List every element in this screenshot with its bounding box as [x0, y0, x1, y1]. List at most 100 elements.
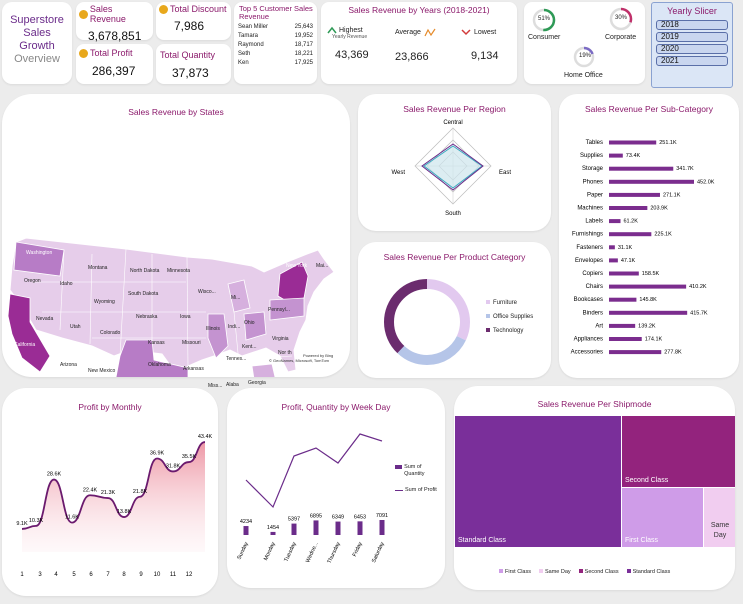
monthly-data-label: 13.8K	[117, 509, 132, 515]
coin-icon	[79, 48, 88, 58]
weekday-x-tick: Thursday	[327, 541, 342, 565]
map-label-state: South Dakota	[128, 291, 159, 297]
kpi-total-quantity: Total Quantity 37,873	[156, 44, 231, 84]
weekday-profit-line	[245, 433, 383, 509]
monthly-data-label: 22.4K	[83, 487, 98, 493]
map-label-state: Illinois	[206, 326, 220, 332]
map-label-state: Pennsyl...	[268, 307, 290, 313]
weekday-x-tick: Saturday	[371, 541, 386, 564]
region-series-1	[423, 145, 483, 189]
map-label-state: Arkansas	[183, 366, 204, 372]
subcat-value-label: 271.1K	[663, 192, 681, 198]
weekday-quantity-bar	[243, 526, 249, 535]
subcat-value-label: 251.1K	[659, 140, 677, 146]
monthly-data-label: 28.6K	[47, 472, 62, 478]
top-customer-row: Sean Miller 25,643	[238, 23, 313, 32]
title-subtitle: Overview	[14, 53, 60, 65]
map-label-state: North Dakota	[130, 268, 160, 274]
average-value: 23,866	[395, 51, 429, 63]
subcat-bar	[609, 166, 674, 171]
subcat-value-label: 174.1K	[645, 337, 663, 343]
subcat-label: Copiers	[582, 271, 603, 277]
kpi-total-discount-value: 7,986	[174, 19, 205, 33]
subcat-value-label: 277.8K	[664, 350, 682, 356]
legend-office-label: Office Supplies	[493, 314, 534, 320]
slicer-item-2018[interactable]: 2018	[656, 20, 728, 30]
us-map	[7, 237, 335, 377]
slicer-item-2020[interactable]: 2020	[656, 44, 728, 54]
subcat-bar	[609, 192, 660, 197]
tile-same-day-label: Same Day	[710, 522, 730, 539]
subcat-bar	[609, 153, 623, 158]
subcat-label: Supplies	[580, 153, 603, 159]
weekday-quantity-bar	[270, 531, 276, 535]
legend-profit: Sum of Profit	[395, 487, 439, 494]
consumer-pct: 51%	[538, 16, 551, 22]
subcat-label: Fasteners	[576, 245, 603, 251]
weekday-x-tick: Friday	[352, 541, 364, 558]
monthly-x-tick: 9	[139, 572, 143, 578]
tile-standard-label: Standard Class	[458, 537, 506, 544]
monthly-card: Profit by Monthly 9.1K 10.3K 28.6K 11.6K 22.…	[2, 388, 218, 596]
corporate-pct: 30%	[615, 15, 628, 21]
title-line2: Sales	[23, 27, 51, 39]
map-label-state: Washington	[26, 250, 53, 256]
map-label-state: Oregon	[24, 278, 41, 284]
monthly-x-tick: 7	[106, 572, 110, 578]
title-line3: Growth	[19, 40, 55, 52]
kpi-total-quantity-value: 37,873	[172, 66, 209, 80]
slicer-item-2021[interactable]: 2021	[656, 56, 728, 66]
map-label-state: Iowa	[180, 314, 191, 320]
top-customer-row: Ken 17,925	[238, 59, 313, 68]
subcat-bar	[609, 310, 688, 315]
map-label-state: Kansas	[148, 340, 165, 346]
legend-quantity: Sum of Quantity	[395, 464, 439, 478]
legend-standard-class-label: Standard Class	[632, 569, 671, 575]
map-label-state: Nevada	[36, 316, 54, 322]
top-customer-value: 17,925	[294, 60, 313, 66]
up-arrow-icon	[327, 26, 337, 34]
top-customers-title: Top 5 Customer Sales Revenue	[239, 4, 313, 21]
highest-value: 43,369	[335, 49, 369, 61]
map-label-state: Mai...	[316, 263, 329, 269]
map-label-state: Idaho	[60, 281, 73, 287]
subcat-bar	[609, 206, 648, 210]
legend-technology: Technology	[486, 324, 533, 338]
trend-icon	[424, 28, 436, 37]
map-label-state: Georgia	[248, 380, 266, 386]
subcat-bar	[609, 337, 642, 341]
subcat-label: Tables	[586, 140, 603, 146]
subcat-bar	[609, 232, 652, 237]
subcat-bar	[609, 140, 657, 145]
weekday-card: Profit, Quantity by Week Day 4234 1454 539…	[227, 388, 445, 588]
legend-same-day: Same Day	[538, 569, 571, 575]
monthly-x-tick: 12	[186, 572, 193, 578]
map-label-state: California	[14, 342, 36, 348]
kpi-sales-revenue-value: 3,678,851	[88, 29, 142, 43]
weekday-x-tick: Sunday	[236, 541, 249, 561]
subcat-value-label: 47.1K	[621, 258, 636, 264]
weekday-x-tick: Monday	[263, 541, 277, 561]
top-customer-value: 18,717	[294, 42, 313, 48]
kpi-total-quantity-label: Total Quantity	[160, 50, 216, 60]
subcat-value-label: 225.1K	[654, 232, 672, 238]
map-label-state: Indi...	[228, 324, 241, 330]
map-label-state: Arizona	[60, 362, 77, 368]
map-label-state: Virginia	[272, 336, 289, 342]
subcat-value-label: 158.5K	[642, 271, 660, 277]
top-customer-name: Ken	[238, 60, 249, 66]
yearly-slicer-title: Yearly Slicer	[667, 6, 717, 16]
subcat-bar	[609, 350, 662, 355]
slicer-item-2019[interactable]: 2019	[656, 32, 728, 42]
monthly-x-tick: 6	[89, 572, 93, 578]
monthly-x-tick: 10	[154, 572, 161, 578]
weekday-quantity-label: 7091	[376, 513, 388, 519]
legend-dot	[486, 328, 490, 332]
kpi-sales-revenue: Sales Revenue 3,678,851	[76, 2, 153, 43]
map-card: Sales Revenue by States Washington Orego…	[2, 94, 350, 417]
top-customer-name: Seth	[238, 51, 251, 57]
subcat-value-label: 61.2K	[624, 219, 639, 225]
legend-technology-label: Technology	[493, 328, 524, 334]
map-label-state: Montana	[88, 265, 108, 271]
subcat-label: Binders	[583, 310, 603, 316]
